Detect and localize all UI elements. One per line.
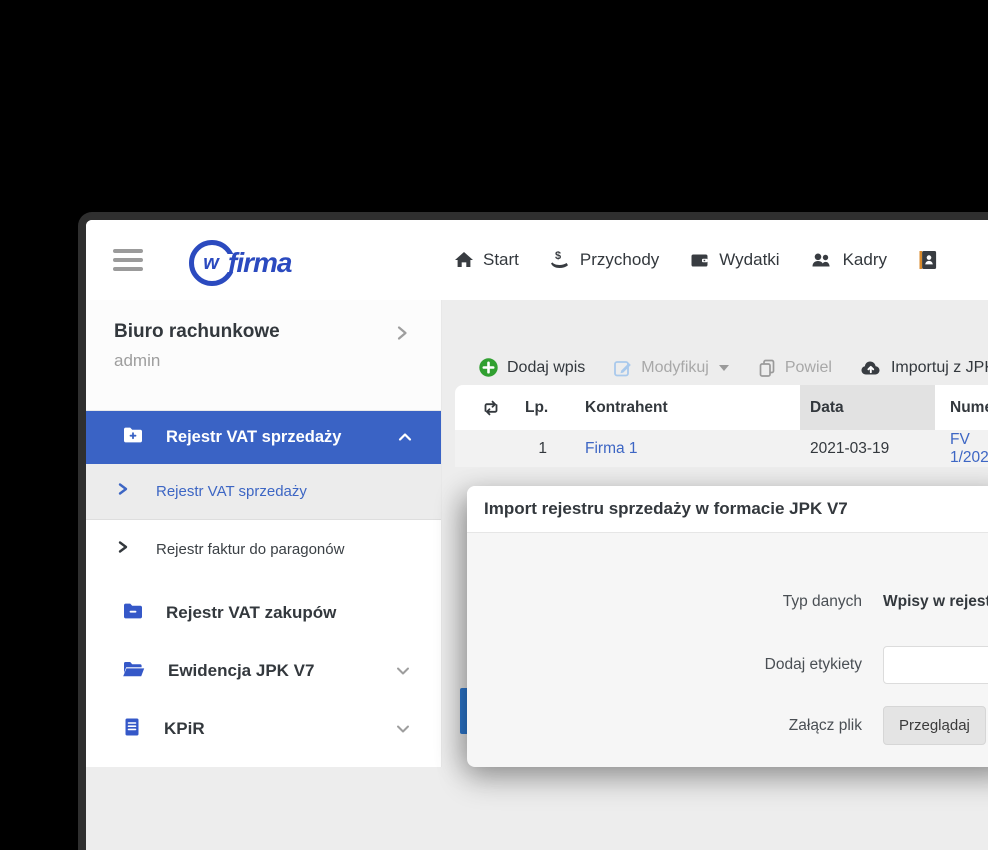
sidebar-item-rejestr-vat-sprzedazy-active[interactable]: Rejestr VAT sprzedaży <box>86 411 441 464</box>
cell-data: 2021-03-19 <box>810 430 889 467</box>
table-header-row: Lp. Kontrahent Data Numer <box>455 385 988 430</box>
contacts-book-icon <box>917 249 939 271</box>
sidebar-item-rejestr-vat-zakupow[interactable]: Rejestr VAT zakupów <box>86 584 441 642</box>
column-header-numer[interactable]: Numer <box>950 385 988 430</box>
chevron-up-icon <box>397 429 413 450</box>
toolbar-button-label: Importuj z JPK V7 <box>891 359 988 377</box>
folder-plus-icon <box>122 425 144 450</box>
app-window-frame: w firma Start $ Przychody <box>78 212 988 850</box>
duplicate-button-disabled[interactable]: Powiel <box>757 358 832 378</box>
column-header-data[interactable]: Data <box>810 385 844 430</box>
sidebar-item-label: Rejestr VAT zakupów <box>166 603 336 623</box>
chevron-right-icon <box>393 324 411 347</box>
nav-item-contacts[interactable] <box>917 249 948 271</box>
cell-numer-link[interactable]: FV 1/2021 <box>950 430 988 467</box>
sidebar-item-ewidencja-jpk-v7[interactable]: Ewidencja JPK V7 <box>86 642 441 700</box>
labels-input[interactable] <box>883 646 988 684</box>
add-entry-button[interactable]: Dodaj wpis <box>478 357 585 378</box>
cell-kontrahent-link[interactable]: Firma 1 <box>585 430 638 467</box>
sidebar-subitem-rejestr-faktur[interactable]: Rejestr faktur do paragonów <box>86 520 441 578</box>
toolbar-button-label: Dodaj wpis <box>507 359 585 377</box>
plus-circle-icon <box>478 357 499 378</box>
modify-button-disabled[interactable]: Modyfikuj <box>613 358 729 378</box>
nav-item-label: Przychody <box>580 250 659 270</box>
folder-minus-icon <box>122 601 144 626</box>
sidebar-item-kpir[interactable]: KPiR <box>86 700 441 758</box>
sidebar: Biuro rachunkowe admin Rejestr VAT sprze… <box>86 300 442 767</box>
sidebar-subitem-label: Rejestr VAT sprzedaży <box>156 483 307 500</box>
nav-item-kadry[interactable]: Kadry <box>810 250 887 270</box>
field-label-dodaj-etykiety: Dodaj etykiety <box>467 656 862 674</box>
logo-text: firma <box>228 247 291 279</box>
main-nav: Start $ Przychody Wydatki <box>454 220 948 300</box>
column-header-lp[interactable]: Lp. <box>525 385 548 430</box>
modal-header: Import rejestru sprzedaży w formacie JPK… <box>467 486 988 533</box>
home-icon <box>454 250 474 270</box>
wallet-icon <box>689 250 710 270</box>
cell-lp: 1 <box>525 430 547 467</box>
sidebar-item-label: Ewidencja JPK V7 <box>168 661 314 681</box>
hand-dollar-icon: $ <box>549 249 571 271</box>
records-toolbar: Dodaj wpis Modyfikuj Powiel Importuj z J… <box>478 345 988 390</box>
toolbar-button-label: Powiel <box>785 359 832 377</box>
field-label-zalacz-plik: Załącz plik <box>467 717 862 735</box>
column-header-kontrahent[interactable]: Kontrahent <box>585 385 668 430</box>
logo-prefix: w <box>203 252 219 275</box>
svg-text:$: $ <box>555 250 561 262</box>
sidebar-item-label: Rejestr VAT sprzedaży <box>166 428 341 447</box>
cloud-upload-icon <box>860 358 883 378</box>
wfirma-logo[interactable]: w firma <box>189 240 291 286</box>
field-label-typ-danych: Typ danych <box>467 593 862 611</box>
folder-open-icon <box>122 659 146 684</box>
nav-item-start[interactable]: Start <box>454 250 519 270</box>
hamburger-menu-icon[interactable] <box>113 249 143 271</box>
book-icon <box>122 717 142 742</box>
modal-title: Import rejestru sprzedaży w formacie JPK… <box>484 499 848 519</box>
nav-item-przychody[interactable]: $ Przychody <box>549 249 659 271</box>
sidebar-subitem-label: Rejestr faktur do paragonów <box>156 541 344 558</box>
nav-item-label: Start <box>483 250 519 270</box>
copy-icon <box>757 358 777 378</box>
chevron-right-icon <box>116 482 130 501</box>
toolbar-button-label: Modyfikuj <box>641 359 709 377</box>
chevron-down-icon <box>395 663 411 684</box>
users-icon <box>810 250 834 270</box>
modal-body: Typ danych Wpisy w rejestrze Dodaj etyki… <box>467 533 988 768</box>
sidebar-item-label: KPiR <box>164 719 205 739</box>
edit-icon <box>613 358 633 378</box>
browse-file-button[interactable]: Przeglądaj <box>883 706 986 745</box>
caret-down-icon <box>719 365 729 371</box>
sales-register-table: Lp. Kontrahent Data Numer 1 Firma 1 2021… <box>455 385 988 467</box>
account-switcher[interactable]: Biuro rachunkowe admin <box>86 300 441 411</box>
chevron-right-icon <box>116 540 130 559</box>
nav-item-label: Kadry <box>843 250 887 270</box>
top-navigation-bar: w firma Start $ Przychody <box>86 220 988 300</box>
field-value-typ-danych: Wpisy w rejestrze <box>883 593 988 611</box>
chevron-down-icon <box>395 721 411 742</box>
sidebar-subitem-rejestr-vat-sprzedazy[interactable]: Rejestr VAT sprzedaży <box>86 464 441 520</box>
import-jpk-modal: Import rejestru sprzedaży w formacie JPK… <box>467 486 988 767</box>
import-jpk-button[interactable]: Importuj z JPK V7 <box>860 358 988 378</box>
nav-item-wydatki[interactable]: Wydatki <box>689 250 779 270</box>
nav-item-label: Wydatki <box>719 250 779 270</box>
account-user: admin <box>114 351 413 371</box>
table-row[interactable]: 1 Firma 1 2021-03-19 FV 1/2021 <box>455 430 988 467</box>
repeat-icon[interactable] <box>481 385 501 430</box>
company-name: Biuro rachunkowe <box>114 321 413 343</box>
